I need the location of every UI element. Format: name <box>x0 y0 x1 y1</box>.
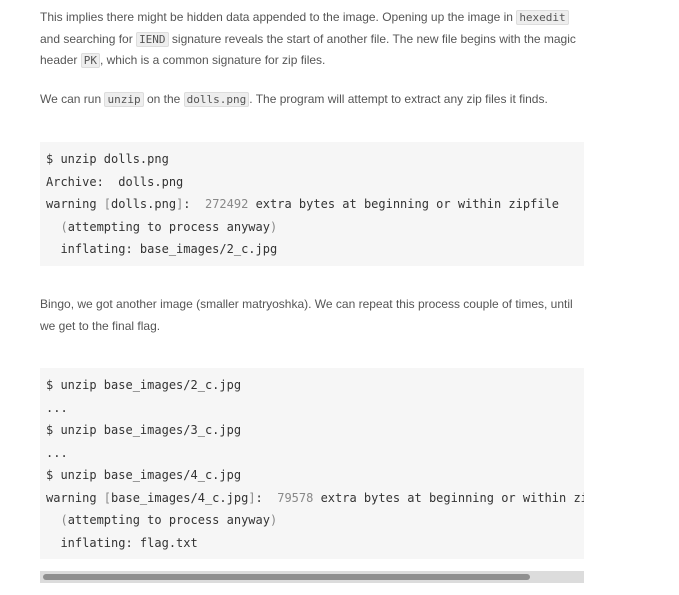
code-token: : <box>183 197 205 211</box>
code-token: warning <box>46 490 104 505</box>
horizontal-scrollbar[interactable] <box>40 571 584 583</box>
code-line: ... <box>46 445 68 460</box>
paragraph-text: This implies there might be hidden data … <box>40 10 517 24</box>
code-token: extra bytes at beginning or within zipfi… <box>248 197 560 211</box>
code-token: ) <box>269 219 278 234</box>
code-token: attempting to process anyway <box>67 219 270 234</box>
code-line: (attempting to process anyway) <box>40 509 584 532</box>
scrollbar-thumb[interactable] <box>43 574 530 580</box>
inline-code-pk: PK <box>80 53 100 68</box>
code-token: extra bytes at beginning or within zipfi… <box>320 490 584 505</box>
code-line-warning: warning [base_images/4_c.jpg]: 79578 ext… <box>40 487 584 510</box>
inline-code-iend: IEND <box>136 31 169 47</box>
inline-code-unzip: unzip <box>104 92 144 107</box>
inline-code-hexedit: hexedit <box>516 10 569 25</box>
paragraph-bingo: Bingo, we got another image (smaller mat… <box>40 297 573 333</box>
code-line: $ unzip base_images/4_c.jpg <box>46 468 242 482</box>
code-line: $ unzip base_images/3_c.jpg <box>46 423 242 437</box>
paragraph-text: , which is a common signature for zip fi… <box>99 53 326 67</box>
code-line: $ unzip base_images/2_c.jpg <box>46 378 242 392</box>
code-token: [ <box>103 197 112 211</box>
paragraph-text: . The program will attempt to extract an… <box>249 92 548 106</box>
code-block-unzip-chain[interactable]: $ unzip base_images/2_c.jpg ... $ unzip … <box>40 368 584 559</box>
paragraph-unzip-intro: We can run unzip on the dolls.png. The p… <box>40 89 588 111</box>
code-line: Archive: dolls.png <box>46 174 184 189</box>
code-token: ) <box>269 513 278 527</box>
code-number: 272492 <box>204 197 249 211</box>
code-number: 79578 <box>277 490 314 505</box>
code-line: inflating: flag.txt <box>46 535 198 550</box>
paragraph-text: on the <box>143 92 184 106</box>
inline-code-dolls-png: dolls.png <box>183 92 250 107</box>
paragraph-text: and searching for <box>40 31 137 46</box>
code-token: ] <box>248 490 256 505</box>
paragraph-hexedit-explanation: This implies there might be hidden data … <box>40 7 588 72</box>
code-line: $ unzip dolls.png <box>46 152 169 166</box>
code-token: ( <box>46 219 68 234</box>
code-token: dolls.png <box>111 197 177 211</box>
code-token: base_images/4_c.jpg <box>111 490 249 505</box>
code-token: ( <box>46 513 68 527</box>
code-line: inflating: base_images/2_c.jpg <box>46 242 278 256</box>
code-token: : <box>255 490 278 505</box>
code-token: attempting to process anyway <box>67 513 270 527</box>
paragraph-text: We can run <box>40 92 105 106</box>
code-line-warning: warning [dolls.png]: 272492 extra bytes … <box>40 193 584 216</box>
code-block-unzip-dolls[interactable]: $ unzip dolls.png Archive: dolls.png war… <box>40 142 584 266</box>
code-token: [ <box>103 490 112 505</box>
code-token: warning <box>46 197 104 211</box>
code-line: ... <box>46 400 68 415</box>
code-line: (attempting to process anyway) <box>40 216 584 239</box>
